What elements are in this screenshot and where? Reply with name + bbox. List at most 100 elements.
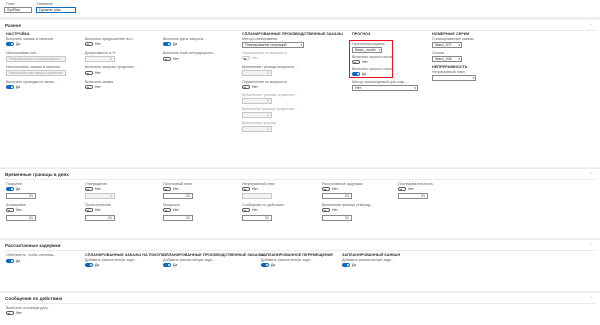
messages-toggle[interactable] <box>6 311 14 316</box>
messages-value: Нет <box>16 311 22 315</box>
chevron-down-icon: ▾ <box>472 76 474 80</box>
page-header: План SysPlan Название Dynamic plan <box>0 0 600 18</box>
include-intercompany-toggle[interactable] <box>163 57 171 62</box>
planned-orders-seq-label: Спланированные заказы <box>432 37 474 41</box>
collapse-chevron-icon[interactable]: ⌃ <box>590 296 593 300</box>
section-divider <box>4 178 596 179</box>
tl-col2-field[interactable]: 21 <box>242 215 272 221</box>
tl-col-field[interactable]: 21 <box>6 193 36 199</box>
backward-field[interactable]: 0 <box>242 98 272 104</box>
capacity-toggle[interactable] <box>242 56 250 61</box>
include-demand-label: Включить прогноз спроса <box>352 67 392 71</box>
backward-label: Временные границы ограничен... <box>242 93 298 97</box>
tl-col-label: Последовательность <box>398 182 434 186</box>
include-quotes-label: Включить заявки <box>85 80 114 84</box>
tl-col-toggle[interactable] <box>398 187 406 192</box>
delays-col-toggle[interactable] <box>85 263 93 267</box>
include-stock-toggle[interactable] <box>6 42 14 46</box>
include-returns-toggle[interactable] <box>6 85 14 89</box>
tl-col-toggle-text: Нет <box>95 187 101 191</box>
plan-field[interactable]: SysPlan <box>4 7 32 13</box>
tl-col-label: Рассчитанные задержки <box>322 182 363 186</box>
tl-col-field[interactable]: 21 <box>398 193 428 199</box>
section-title-messages: Сообщения по действию <box>5 296 63 301</box>
delays-col-toggle[interactable] <box>163 263 171 267</box>
name-field[interactable]: Dynamic plan <box>36 7 76 13</box>
forecast-model-select[interactable]: Basic_model ▾ <box>352 47 382 53</box>
delays-col-label: Добавить рассчитанную заде... <box>261 258 314 262</box>
tl-col2-field[interactable]: 21 <box>85 215 115 221</box>
planning-method-select[interactable]: Планирование операций ▾ <box>242 42 304 48</box>
include-stock-label: Включить запасы в наличии <box>6 37 53 41</box>
min-stock-field[interactable]: Нисколько или только хранение <box>6 70 66 76</box>
delays-add-toggle[interactable] <box>6 259 14 263</box>
tl-col-toggle[interactable] <box>163 187 171 192</box>
forecast-reduction-toggle[interactable] <box>85 42 93 47</box>
tl-col2-field[interactable]: 21 <box>163 215 193 221</box>
section-title-general: Разное <box>5 23 22 28</box>
include-supply-label: Включить прогноз поставок <box>352 55 392 59</box>
tl-col-toggle[interactable] <box>242 187 250 192</box>
include-requisition-toggle[interactable] <box>163 42 171 46</box>
chevron-down-icon: ▾ <box>378 48 380 52</box>
continuity-plan-select[interactable]: ▾ <box>432 75 476 81</box>
plan-label: План <box>6 2 15 6</box>
tl-col-field[interactable]: 21 <box>322 193 352 199</box>
delays-section: Рассчитанные задержки ⌃ Обеспечить, чтоб… <box>0 239 600 291</box>
delays-col-value: Да <box>173 263 178 267</box>
material-label: Ограничение по мощности <box>242 80 287 84</box>
session-seq-value: Ward_206 <box>435 57 452 61</box>
delays-col-heading: СПЛАНИРОВАННЫЕ ЗАКАЗЫ НА ПОКУПКУ <box>85 253 167 257</box>
include-demand-toggle[interactable] <box>352 72 360 76</box>
delays-col-toggle[interactable] <box>342 263 350 267</box>
tl-col-toggle[interactable] <box>322 187 330 192</box>
tl-col-field[interactable] <box>242 193 272 199</box>
tl-col-toggle[interactable] <box>6 187 14 191</box>
messages-label: Включить основную дату ... <box>6 306 52 310</box>
section-divider <box>4 249 596 250</box>
forecast-heading: ПРОГНОЗ <box>352 32 371 36</box>
planned-orders-seq-select[interactable]: Ward_207 ▾ <box>432 42 462 48</box>
include-supply-value: Нет <box>362 60 368 64</box>
chevron-down-icon: ▾ <box>458 57 460 61</box>
horizon2-field[interactable]: 0 <box>242 126 272 132</box>
delays-col-label: Добавить рассчитанную заде... <box>163 258 216 262</box>
forecast-model-label: Прогнозная модель <box>352 42 385 46</box>
tl-col-toggle[interactable] <box>85 187 93 192</box>
capacity-window-field[interactable]: 0 <box>242 70 272 76</box>
tl-col2-toggle[interactable] <box>85 208 93 213</box>
include-quotes-toggle[interactable] <box>85 85 93 90</box>
collapse-chevron-icon[interactable]: ⌃ <box>590 243 593 247</box>
tl-col2-toggle[interactable] <box>242 208 250 213</box>
delays-add-label: Обеспечить, чтобы системы... <box>6 253 57 257</box>
delays-col-heading: ЗАПЛАНИРОВАННОЕ ПЕРЕМЕЩЕНИЕ <box>261 253 333 257</box>
tl-col-field[interactable]: 21 <box>163 193 193 199</box>
delay-pct-field[interactable]: 0 <box>85 56 115 62</box>
tl-col2-label: Временная граница утвержд... <box>322 203 373 207</box>
tl-col-toggle-text: Нет <box>332 187 338 191</box>
tl-col-label: Непрерывный план <box>242 182 275 186</box>
tl-col-label: Покрытие <box>6 182 23 186</box>
collapse-chevron-icon[interactable]: ⌃ <box>590 23 593 27</box>
delays-col-toggle[interactable] <box>261 263 269 267</box>
tl-col2-field[interactable]: 21 <box>6 215 36 221</box>
delays-add-value: Да <box>16 259 21 263</box>
planned-production-heading: СПЛАНИРОВАННЫЕ ПРОИЗВОДСТВЕННЫЕ ЗАКАЗЫ <box>242 32 343 36</box>
tl-col2-toggle[interactable] <box>6 208 14 213</box>
material-toggle[interactable] <box>242 85 250 90</box>
tl-col2-toggle[interactable] <box>322 208 330 213</box>
session-seq-label: Сессия <box>432 51 445 55</box>
tl-col2-field[interactable]: 21 <box>322 215 352 221</box>
tl-col-toggle-text: Да <box>16 187 21 191</box>
include-intercompany-value: Нет <box>173 57 179 61</box>
session-seq-select[interactable]: Ward_206 ▾ <box>432 56 462 62</box>
use-receipts-field[interactable]: Неправильное использование... <box>6 56 66 62</box>
include-stock-value: Да <box>16 42 21 46</box>
include-supply-toggle[interactable] <box>352 60 360 65</box>
tl-col-field[interactable]: 0 <box>85 193 115 199</box>
tl-col2-toggle[interactable] <box>163 208 171 213</box>
horizon-field[interactable]: 0 <box>242 112 272 118</box>
collapse-chevron-icon[interactable]: ⌃ <box>590 172 593 176</box>
forecast-method-select[interactable]: Нет ▾ <box>352 85 418 91</box>
include-requests-toggle[interactable] <box>85 71 93 76</box>
